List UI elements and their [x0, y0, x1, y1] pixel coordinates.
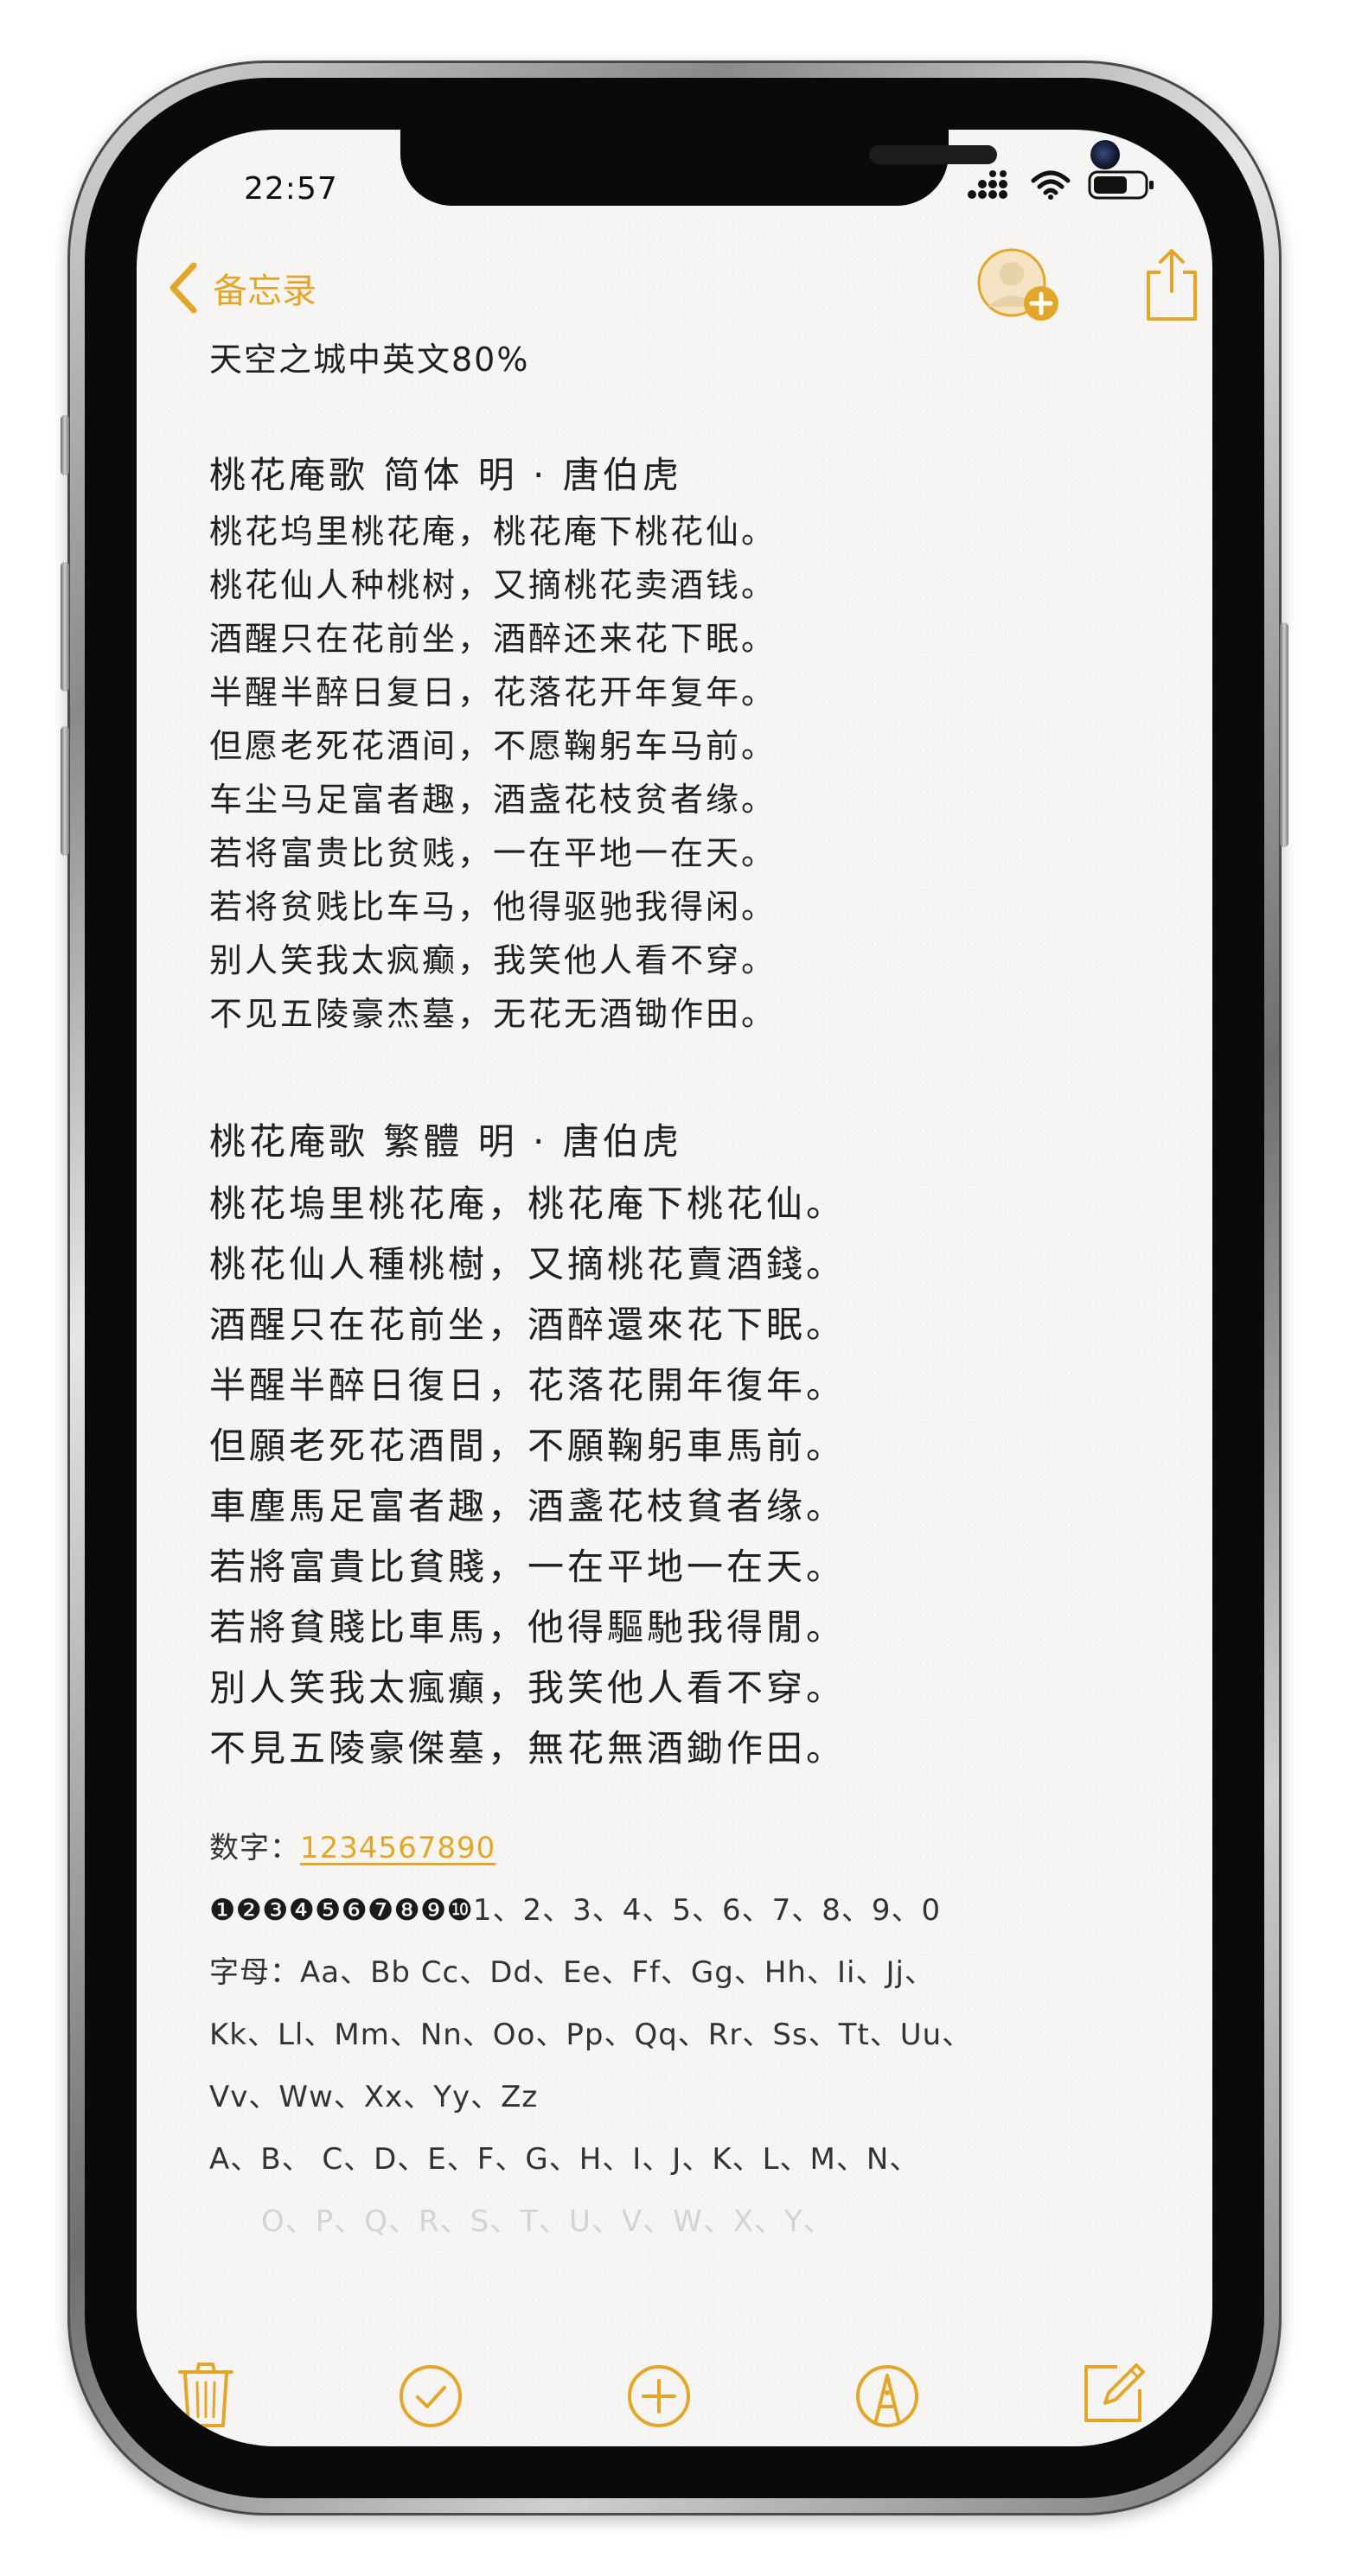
compose-button[interactable]	[1079, 2358, 1148, 2431]
bottom-toolbar	[137, 2343, 1212, 2438]
volume-up-button	[61, 562, 69, 692]
add-button[interactable]	[626, 2363, 692, 2433]
poem-line: 不見五陵豪傑墓，無花無酒鋤作田。	[209, 1727, 847, 1769]
volume-down-button	[61, 726, 69, 856]
digits-list: 1、2、3、4、5、6、7、8、9、0	[472, 1893, 942, 1928]
poem-line: 酒醒只在花前坐，酒醉还来花下眠。	[209, 620, 777, 658]
compose-icon	[1084, 2363, 1145, 2422]
poem-line: 桃花坞里桃花庵，桃花庵下桃花仙。	[209, 513, 777, 551]
poem-line: 若将贫贱比车马，他得驱驰我得闲。	[209, 888, 777, 926]
back-button-label: 备忘录	[213, 271, 316, 311]
trash-icon	[178, 2362, 233, 2427]
poem-line: 但願老死花酒間，不願鞠躬車馬前。	[209, 1425, 847, 1467]
share-button[interactable]	[1141, 246, 1202, 328]
silent-switch	[61, 415, 69, 475]
poem-line: 若将富贵比贫贱，一在平地一在天。	[209, 834, 777, 872]
poem-line: 桃花塢里桃花庵，桃花庵下桃花仙。	[209, 1183, 847, 1225]
markup-pen-icon	[856, 2365, 918, 2427]
back-button[interactable]: 备忘录	[168, 262, 316, 314]
add-icon	[628, 2365, 690, 2427]
share-icon	[1147, 249, 1197, 321]
letters-line-faded: O、P、Q、R、S、T、U、V、W、X、Y、	[261, 2204, 834, 2239]
note-title: 天空之城中英文80%	[209, 341, 530, 379]
digits-link[interactable]: 1234567890	[300, 1831, 495, 1865]
letters-line: Kk、Ll、Mm、Nn、Oo、Pp、Qq、Rr、Ss、Tt、Uu、	[209, 2018, 973, 2052]
digits-row: 数字：1234567890	[209, 1817, 1204, 1879]
add-person-button[interactable]	[975, 246, 1062, 328]
letters-line: 字母：Aa、Bb Cc、Dd、Ee、Ff、Gg、Hh、Ii、Jj、	[209, 1955, 935, 1990]
poem-line: 若將富貴比貧賤，一在平地一在天。	[209, 1546, 847, 1588]
screen: 22:57 备忘录 天空之城中英文80% 桃花庵歌 简体 明 · 唐伯虎 桃花坞…	[137, 130, 1212, 2446]
cellular-signal-icon	[968, 170, 1007, 199]
navigation-bar: 备忘录	[137, 246, 1212, 333]
poem-line: 別人笑我太瘋癲，我笑他人看不穿。	[209, 1667, 847, 1709]
status-time: 22:57	[244, 171, 338, 207]
notch	[400, 130, 1120, 206]
note-body[interactable]: 天空之城中英文80% 桃花庵歌 简体 明 · 唐伯虎 桃花坞里桃花庵，桃花庵下桃…	[209, 335, 1204, 2253]
poem-simplified-heading: 桃花庵歌 简体 明 · 唐伯虎	[209, 454, 682, 496]
poem-line: 半醒半醉日复日，花落花开年复年。	[209, 673, 777, 711]
phone-frame: 22:57 备忘录 天空之城中英文80% 桃花庵歌 简体 明 · 唐伯虎 桃花坞…	[61, 61, 1288, 2515]
front-camera	[1090, 140, 1120, 169]
checklist-icon	[400, 2365, 462, 2427]
digits-label: 数字：	[209, 1831, 300, 1865]
power-button	[1280, 622, 1288, 847]
poem-line: 车尘马足富者趣，酒盏花枝贫者缘。	[209, 781, 777, 819]
poem-line: 桃花仙人種桃樹，又摘桃花賣酒錢。	[209, 1243, 847, 1285]
markup-button[interactable]	[854, 2363, 920, 2433]
poem-line: 半醒半醉日復日，花落花開年復年。	[209, 1364, 847, 1406]
add-person-icon	[977, 248, 1058, 321]
letters-line: Vv、Ww、Xx、Yy、Zz	[209, 2080, 539, 2114]
poem-line: 酒醒只在花前坐，酒醉還來花下眠。	[209, 1304, 847, 1346]
poem-line: 不见五陵豪杰墓，无花无酒锄作田。	[209, 995, 777, 1033]
earpiece-speaker	[869, 145, 997, 164]
wifi-icon	[1031, 170, 1071, 200]
status-icons	[967, 169, 1157, 201]
poem-line: 車塵馬足富者趣，酒盞花枝貧者缘。	[209, 1485, 847, 1527]
poem-line: 若將貧賤比車馬，他得驅馳我得閒。	[209, 1606, 847, 1648]
circled-digits-row: ❶❷❸❹❺❻❼❽❾❿1、2、3、4、5、6、7、8、9、0	[209, 1879, 1204, 1942]
poem-traditional-heading: 桃花庵歌 繁體 明 · 唐伯虎	[209, 1120, 682, 1163]
checklist-button[interactable]	[398, 2363, 464, 2433]
poem-line: 桃花仙人种桃树，又摘桃花卖酒钱。	[209, 566, 777, 604]
circled-digits: ❶❷❸❹❺❻❼❽❾❿	[209, 1893, 473, 1928]
delete-button[interactable]	[176, 2360, 235, 2433]
poem-line: 别人笑我太疯癫，我笑他人看不穿。	[209, 941, 777, 979]
battery-icon	[1088, 170, 1154, 200]
letters-line: A、B、 C、D、E、F、G、H、I、J、K、L、M、N、	[209, 2142, 920, 2177]
chevron-left-icon	[169, 262, 197, 314]
poem-line: 但愿老死花酒间，不愿鞠躬车马前。	[209, 727, 777, 765]
